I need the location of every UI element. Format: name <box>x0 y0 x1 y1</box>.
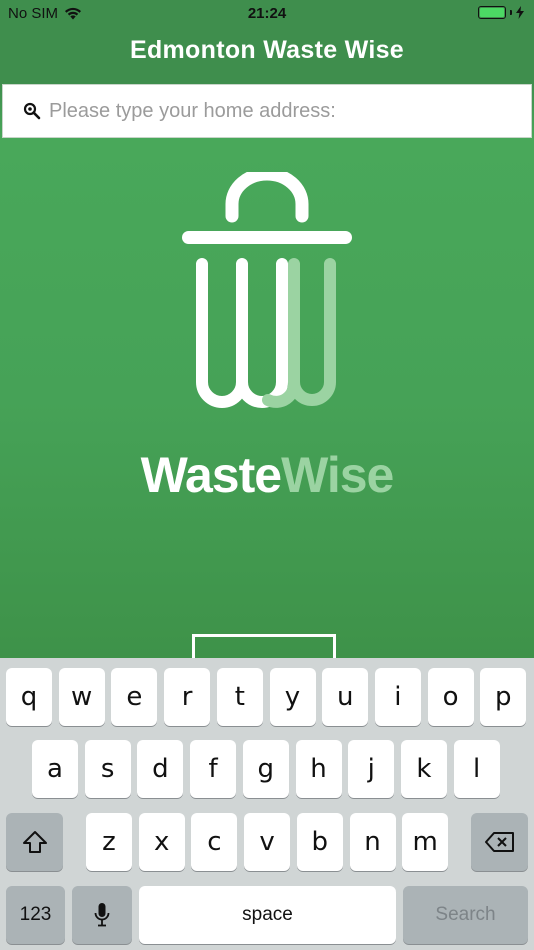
battery-fill <box>480 8 504 17</box>
key-z[interactable]: z <box>86 813 132 871</box>
key-b[interactable]: b <box>296 813 343 871</box>
key-k[interactable]: k <box>400 740 447 798</box>
wastewise-bin-logo <box>182 172 352 408</box>
microphone-icon <box>94 903 110 927</box>
onscreen-keyboard: qwertyuiop asdfghjkl zxcvbnm 123 space S… <box>0 658 534 950</box>
key-i[interactable]: i <box>374 668 421 726</box>
key-m[interactable]: m <box>402 813 449 871</box>
key-q[interactable]: q <box>6 668 52 726</box>
wastewise-wordmark: WasteWise <box>0 446 534 504</box>
shift-key[interactable] <box>6 813 63 871</box>
key-d[interactable]: d <box>137 740 184 798</box>
key-p[interactable]: p <box>480 668 527 726</box>
space-key[interactable]: space <box>139 886 396 944</box>
key-s[interactable]: s <box>84 740 131 798</box>
key-g[interactable]: g <box>242 740 289 798</box>
battery-icon <box>478 6 506 19</box>
page-title: Edmonton Waste Wise <box>129 36 404 64</box>
key-n[interactable]: n <box>349 813 396 871</box>
key-c[interactable]: c <box>191 813 238 871</box>
key-w[interactable]: w <box>58 668 105 726</box>
delete-key[interactable] <box>471 813 528 871</box>
key-j[interactable]: j <box>348 740 395 798</box>
numbers-key[interactable]: 123 <box>6 886 65 944</box>
wordmark-waste: Waste <box>140 447 282 503</box>
clock: 21:24 <box>247 5 287 22</box>
address-search-input[interactable] <box>49 99 489 123</box>
search-icon <box>23 102 41 120</box>
search-key[interactable]: Search <box>403 886 528 944</box>
backspace-icon <box>484 832 514 852</box>
key-r[interactable]: r <box>164 668 211 726</box>
key-v[interactable]: v <box>244 813 291 871</box>
key-e[interactable]: e <box>111 668 158 726</box>
key-o[interactable]: o <box>427 668 474 726</box>
wordmark-wise: Wise <box>281 447 394 503</box>
battery-indicator <box>478 6 524 19</box>
key-t[interactable]: t <box>216 668 263 726</box>
key-l[interactable]: l <box>453 740 500 798</box>
address-search-bar[interactable] <box>2 84 532 138</box>
status-bar: No SIM 21:24 <box>0 0 534 28</box>
key-y[interactable]: y <box>269 668 316 726</box>
key-f[interactable]: f <box>190 740 237 798</box>
charging-bolt-icon <box>516 6 524 19</box>
battery-cap <box>510 10 512 15</box>
key-a[interactable]: a <box>32 740 78 798</box>
dictation-key[interactable] <box>72 886 132 944</box>
key-u[interactable]: u <box>322 668 369 726</box>
key-x[interactable]: x <box>138 813 185 871</box>
shift-icon <box>22 831 47 853</box>
key-h[interactable]: h <box>295 740 342 798</box>
